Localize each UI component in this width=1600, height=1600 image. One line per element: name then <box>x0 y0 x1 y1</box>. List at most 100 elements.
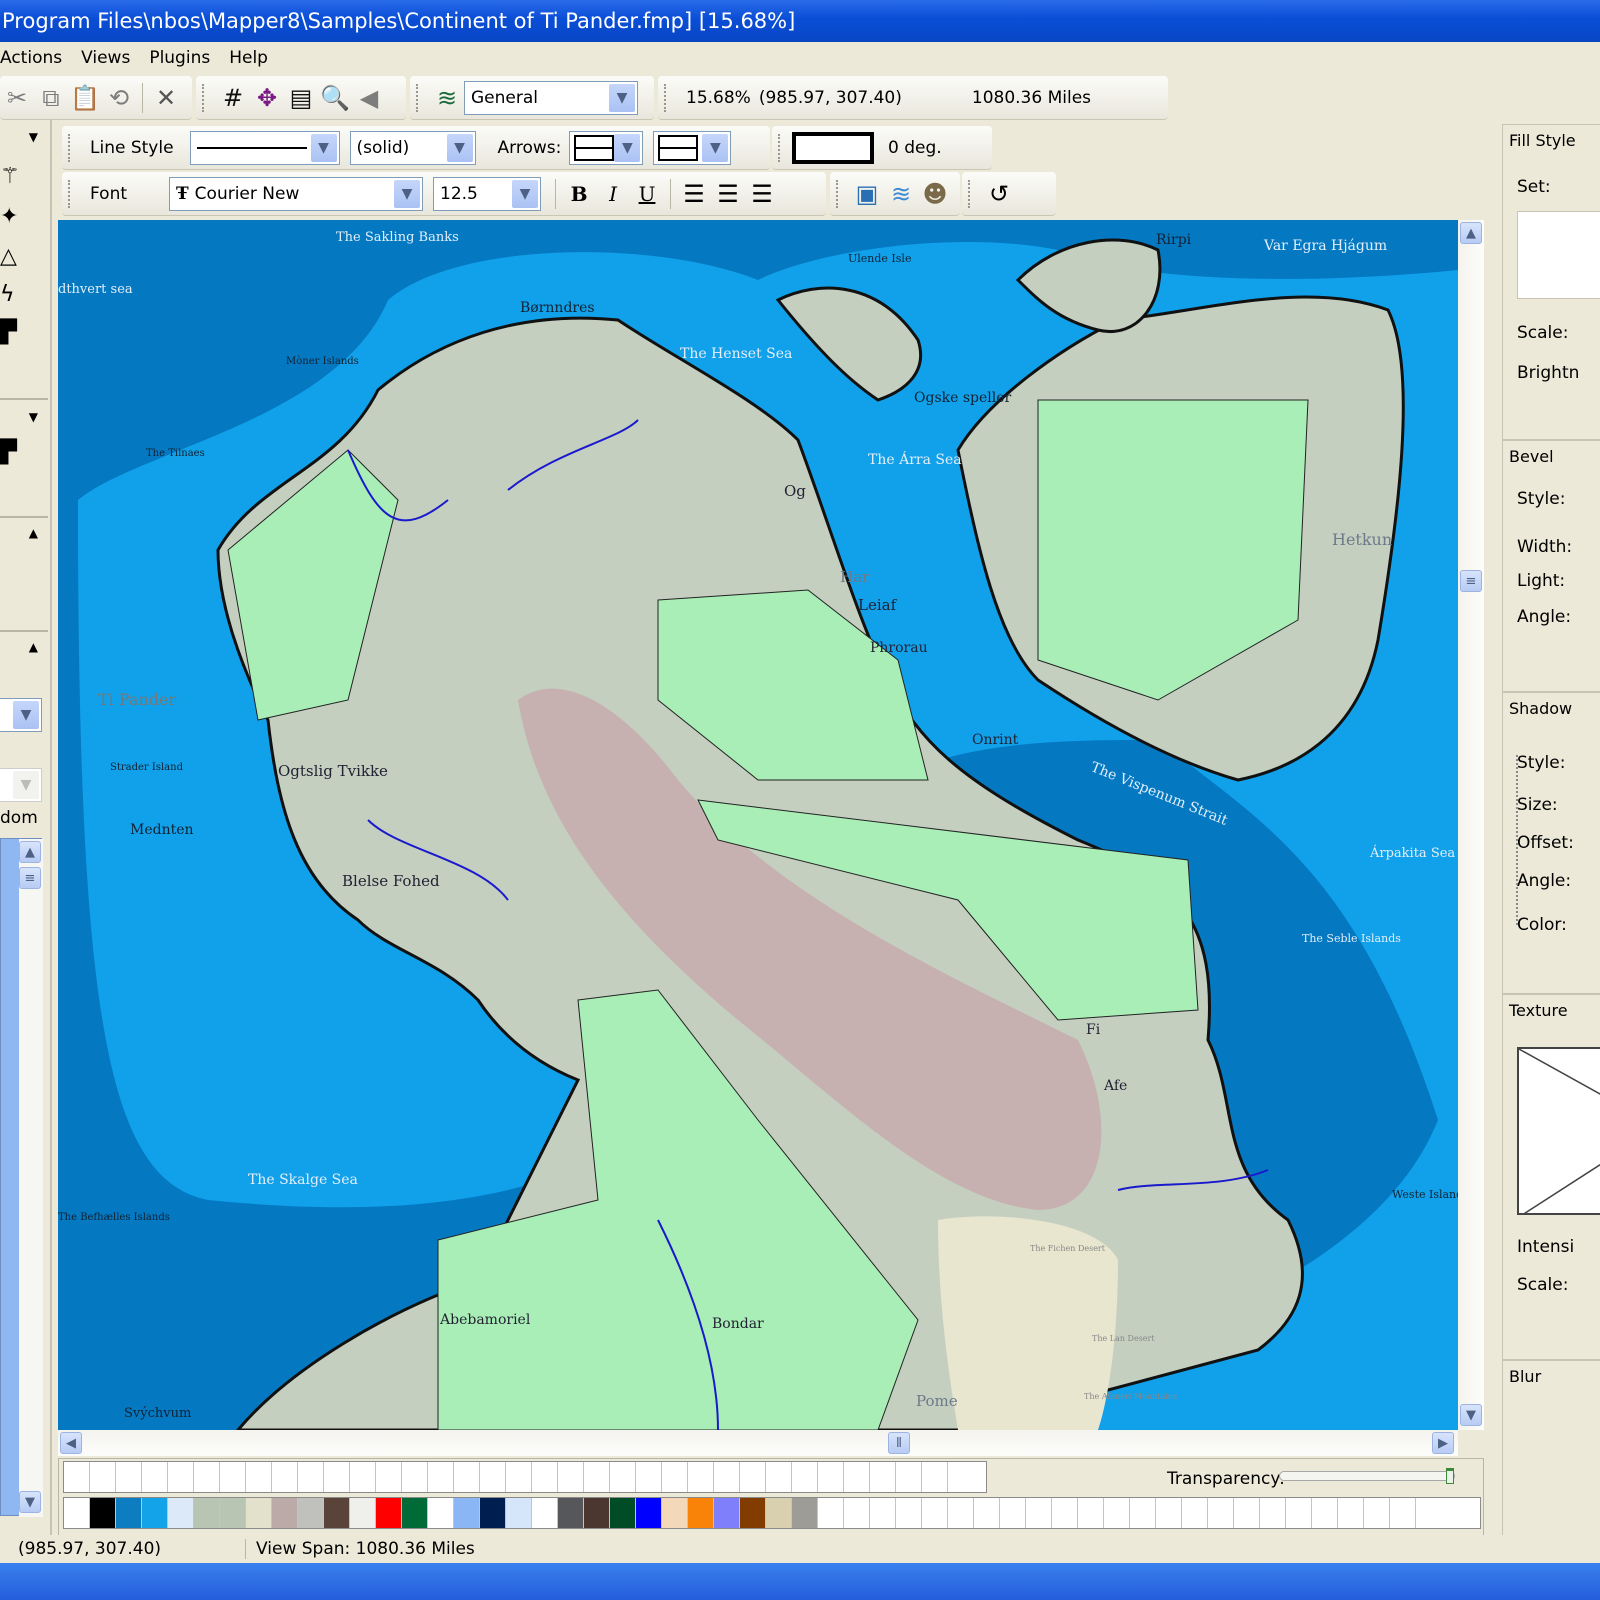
color-swatch[interactable] <box>116 1498 142 1528</box>
color-swatch[interactable] <box>480 1498 506 1528</box>
color-swatch[interactable] <box>1338 1498 1364 1528</box>
map-icon[interactable]: ▣ <box>850 177 884 211</box>
color-swatch[interactable] <box>870 1498 896 1528</box>
color-swatch[interactable] <box>1260 1498 1286 1528</box>
panel-splitter[interactable] <box>1516 755 1522 925</box>
color-swatch[interactable] <box>1312 1498 1338 1528</box>
recent-color-cell[interactable] <box>428 1462 454 1492</box>
recent-color-cell[interactable] <box>272 1462 298 1492</box>
color-swatch[interactable] <box>142 1498 168 1528</box>
scroll-up-button[interactable]: ▲ <box>19 841 41 863</box>
color-swatch[interactable] <box>1286 1498 1312 1528</box>
line-pattern-select[interactable]: (solid) ▼ <box>349 130 476 165</box>
color-swatch[interactable] <box>220 1498 246 1528</box>
arrow-end-select[interactable]: ▼ <box>653 130 732 165</box>
color-swatch[interactable] <box>194 1498 220 1528</box>
chevron-down-icon[interactable]: ▼ <box>614 133 641 162</box>
color-swatch[interactable] <box>428 1498 454 1528</box>
color-swatch[interactable] <box>1052 1498 1078 1528</box>
color-swatch[interactable] <box>1364 1498 1390 1528</box>
color-swatch[interactable] <box>1104 1498 1130 1528</box>
color-swatch[interactable] <box>324 1498 350 1528</box>
color-swatch[interactable] <box>610 1498 636 1528</box>
outline-swatch[interactable] <box>792 131 874 164</box>
undo-icon[interactable]: ⟲ <box>102 81 136 115</box>
color-swatch[interactable] <box>584 1498 610 1528</box>
recent-color-cell[interactable] <box>350 1462 376 1492</box>
menu-actions[interactable]: Actions <box>0 48 62 68</box>
recent-color-cell[interactable] <box>610 1462 636 1492</box>
fill-layers-icon[interactable]: ≋ <box>884 177 918 211</box>
color-swatch[interactable] <box>454 1498 480 1528</box>
toolbar-grip[interactable] <box>968 179 972 208</box>
recent-color-cell[interactable] <box>142 1462 168 1492</box>
color-swatch[interactable] <box>1000 1498 1026 1528</box>
italic-button[interactable]: I <box>596 177 630 211</box>
lightning-tool-icon[interactable]: ϟ <box>0 282 15 307</box>
tree-tool-icon[interactable]: ⚚ <box>0 164 20 189</box>
color-swatch[interactable] <box>688 1498 714 1528</box>
color-swatch[interactable] <box>844 1498 870 1528</box>
toolbar-grip[interactable] <box>68 133 72 162</box>
color-swatch[interactable] <box>90 1498 116 1528</box>
menu-help[interactable]: Help <box>229 48 268 68</box>
symbol-list[interactable]: ▲ ≡ ▼ <box>0 838 43 1517</box>
grid-icon[interactable]: # <box>216 81 250 115</box>
expand-arrow-icon[interactable]: ▲ <box>29 526 38 540</box>
triangle-tool-icon[interactable]: △ <box>0 244 17 269</box>
recent-color-cell[interactable] <box>246 1462 272 1492</box>
menu-plugins[interactable]: Plugins <box>149 48 210 68</box>
underline-button[interactable]: U <box>630 177 664 211</box>
recent-color-cell[interactable] <box>896 1462 922 1492</box>
color-swatch[interactable] <box>1390 1498 1416 1528</box>
transparency-slider-thumb[interactable] <box>1446 1468 1454 1484</box>
properties-icon[interactable]: ▤ <box>284 81 318 115</box>
recent-color-cell[interactable] <box>90 1462 116 1492</box>
color-swatch[interactable] <box>740 1498 766 1528</box>
recent-color-cell[interactable] <box>168 1462 194 1492</box>
color-swatch[interactable] <box>766 1498 792 1528</box>
toolbar-grip[interactable] <box>416 83 420 112</box>
recent-color-cell[interactable] <box>766 1462 792 1492</box>
layer-select[interactable]: General ▼ <box>464 80 638 115</box>
recent-color-cell[interactable] <box>584 1462 610 1492</box>
transparency-slider[interactable] <box>1279 1468 1455 1484</box>
toolbar-grip[interactable] <box>202 83 206 112</box>
move-icon[interactable]: ✥ <box>250 81 284 115</box>
recent-color-cell[interactable] <box>480 1462 506 1492</box>
fill-set-preview[interactable] <box>1517 211 1600 299</box>
recent-color-cell[interactable] <box>844 1462 870 1492</box>
bold-button[interactable]: B <box>562 177 596 211</box>
color-swatch[interactable] <box>1156 1498 1182 1528</box>
cut-icon[interactable]: ✂ <box>0 81 34 115</box>
toolbar-grip[interactable] <box>836 179 840 208</box>
scroll-left-button[interactable]: ◀ <box>60 1432 82 1454</box>
color-swatch[interactable] <box>896 1498 922 1528</box>
face-icon[interactable]: ☻ <box>918 177 952 211</box>
color-swatch[interactable] <box>1130 1498 1156 1528</box>
stamp-tool-icon[interactable]: ▛ <box>0 320 17 345</box>
menu-views[interactable]: Views <box>81 48 130 68</box>
color-swatch[interactable] <box>246 1498 272 1528</box>
collapse-arrow-icon[interactable]: ▼ <box>29 410 38 424</box>
align-left-icon[interactable]: ☰ <box>677 177 711 211</box>
map-canvas[interactable]: The Sakling Banks dthvert sea The Henset… <box>58 220 1458 1430</box>
color-swatch[interactable] <box>1078 1498 1104 1528</box>
expand-arrow-icon[interactable]: ▲ <box>29 640 38 654</box>
toolbar-grip[interactable] <box>68 179 72 208</box>
color-swatch[interactable] <box>350 1498 376 1528</box>
recent-color-cell[interactable] <box>870 1462 896 1492</box>
rotate-icon[interactable]: ↺ <box>982 177 1016 211</box>
color-swatch[interactable] <box>636 1498 662 1528</box>
scroll-thumb[interactable]: ⦀ <box>888 1432 910 1454</box>
recent-color-cell[interactable] <box>376 1462 402 1492</box>
texture-preview[interactable] <box>1517 1047 1600 1215</box>
chevron-down-icon[interactable]: ▼ <box>310 133 337 162</box>
chevron-down-icon[interactable]: ▼ <box>446 133 473 162</box>
recent-color-cell[interactable] <box>532 1462 558 1492</box>
chevron-down-icon[interactable]: ▼ <box>609 83 635 112</box>
scroll-up-button[interactable]: ▲ <box>1460 222 1482 244</box>
vertical-scrollbar[interactable]: ▲ ≡ ▼ <box>1458 220 1484 1430</box>
scroll-down-button[interactable]: ▼ <box>19 1491 41 1513</box>
color-swatch[interactable] <box>64 1498 90 1528</box>
